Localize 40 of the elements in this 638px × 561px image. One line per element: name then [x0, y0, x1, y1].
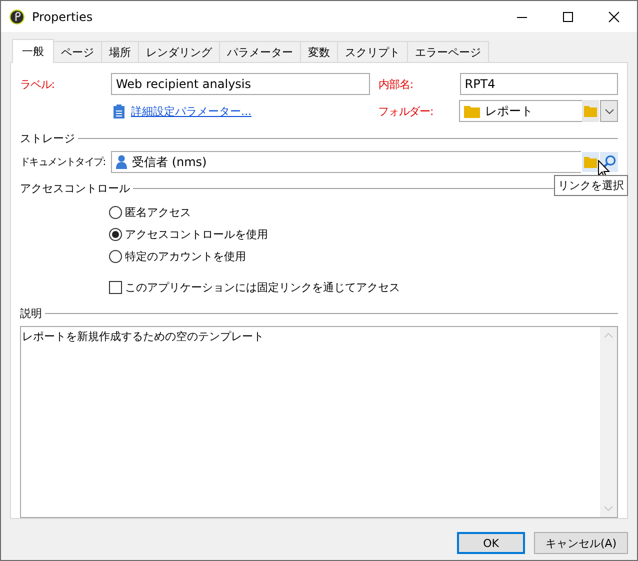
section-heading: ストレージ — [20, 130, 75, 146]
window-title: Properties — [32, 10, 93, 24]
folder-select-button[interactable] — [582, 152, 600, 172]
folder-caption: フォルダー: — [378, 104, 434, 118]
search-icon — [602, 155, 616, 169]
section-heading: 説明 — [20, 306, 42, 320]
checkbox-label: このアプリケーションには固定リンクを通じてアクセス — [125, 280, 400, 294]
document-type-value: 受信者 (nms) — [132, 154, 207, 170]
tab[interactable]: 一般 — [12, 39, 54, 63]
radio-label: アクセスコントロールを使用 — [125, 226, 268, 242]
radio-button[interactable] — [109, 206, 122, 218]
radio-button[interactable] — [109, 228, 122, 240]
folder-field[interactable]: レポート — [458, 100, 582, 122]
label-caption: ラベル: — [20, 76, 56, 92]
checkbox[interactable] — [109, 280, 122, 294]
cancel-button[interactable]: キャンセル(A) — [534, 532, 628, 554]
person-icon — [116, 155, 127, 169]
advanced-parameters-link[interactable]: 詳細設定パラメーター... — [131, 104, 252, 118]
radio-label: 匿名アクセス — [125, 204, 191, 220]
description-text: レポートを新規作成するための空のテンプレート — [21, 329, 265, 345]
tab[interactable]: エラーページ — [407, 41, 489, 62]
radio-button[interactable] — [109, 250, 122, 262]
folder-icon — [464, 104, 480, 118]
radio-label: 特定のアカウントを使用 — [125, 248, 246, 264]
folder-value: レポート — [484, 102, 533, 120]
ok-button[interactable]: OK — [457, 532, 525, 554]
folder-icon — [584, 106, 598, 116]
description-field[interactable]: レポートを新規作成するための空のテンプレート — [20, 326, 618, 518]
folder-icon — [584, 156, 597, 168]
dropdown-button[interactable] — [600, 100, 618, 122]
label-field[interactable]: Web recipient analysis — [111, 73, 370, 95]
app-logo-icon — [9, 8, 25, 24]
section-heading: アクセスコントロール — [20, 180, 130, 196]
document-type-caption: ドキュメントタイプ: — [20, 156, 106, 169]
tooltip: リンクを選択 — [554, 175, 628, 196]
internal-name-field[interactable]: RPT4 — [460, 73, 618, 95]
clipboard-icon — [113, 104, 125, 118]
caret-icon — [604, 108, 614, 114]
internal-name-caption: 内部名: — [378, 76, 414, 92]
document-type-field[interactable]: 受信者 (nms) — [111, 151, 581, 173]
